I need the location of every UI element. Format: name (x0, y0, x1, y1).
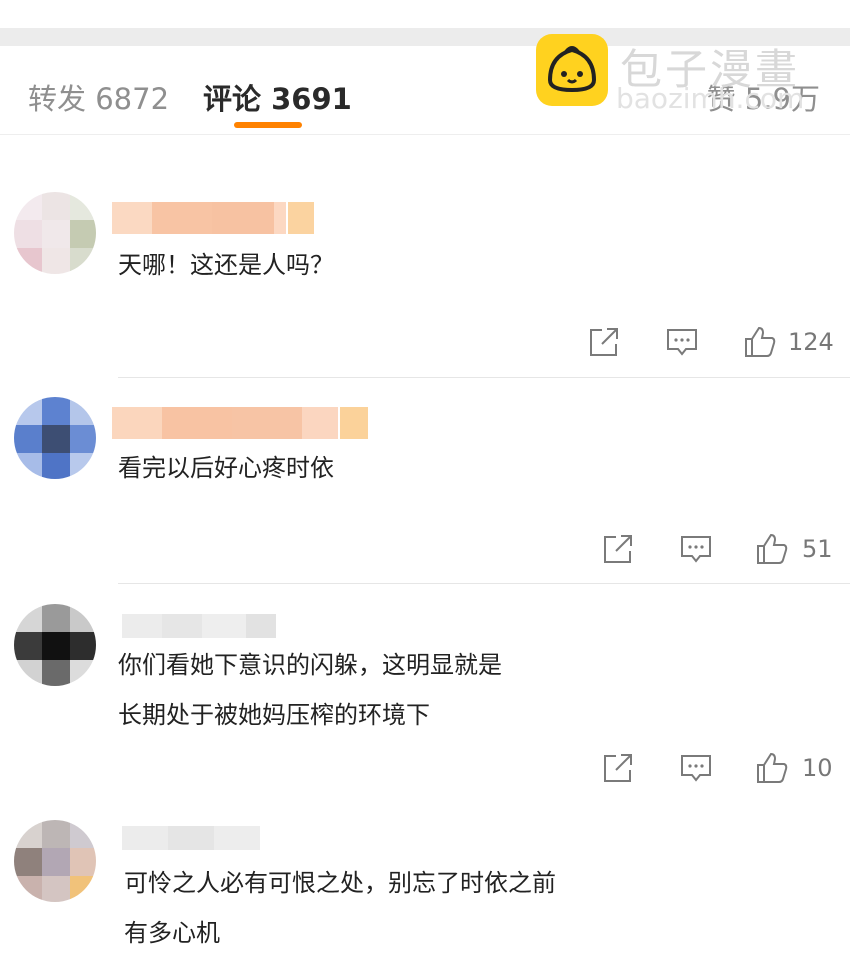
tab-repost[interactable]: 转发 6872 (28, 76, 169, 118)
baozi-logo-icon (536, 34, 608, 106)
comment-line: 你们看她下意识的闪躲，这明显就是 (118, 651, 502, 679)
active-tab-indicator (234, 122, 302, 128)
comment-text: 看完以后好心疼时依 (118, 443, 334, 493)
thumbs-up-icon[interactable] (754, 531, 794, 571)
thumbs-up-icon[interactable] (742, 324, 782, 364)
comment-text: 可怜之人必有可恨之处，别忘了时依之前 有多心机 (124, 858, 556, 958)
share-icon[interactable] (586, 324, 626, 364)
comment-actions: 51 (600, 531, 850, 571)
comment-line: 天哪！这还是人吗？ (118, 251, 334, 279)
thumbs-up-icon[interactable] (754, 750, 794, 790)
watermark-en: baozimh.com (616, 82, 805, 115)
comment-actions: 10 (600, 750, 850, 790)
comment-divider (118, 377, 850, 378)
comment-actions: 124 (586, 324, 850, 364)
avatar[interactable] (14, 397, 96, 479)
share-icon[interactable] (600, 750, 640, 790)
like-count: 51 (802, 535, 833, 563)
comment-icon[interactable] (664, 324, 704, 364)
like-count: 10 (802, 754, 833, 782)
comment-text: 天哪！这还是人吗？ (118, 240, 334, 290)
avatar[interactable] (14, 820, 96, 902)
comment-icon[interactable] (678, 750, 718, 790)
share-icon[interactable] (600, 531, 640, 571)
comment-divider (118, 583, 850, 584)
comment-line: 长期处于被她妈压榨的环境下 (118, 701, 430, 729)
comment-line: 有多心机 (124, 919, 220, 947)
avatar[interactable] (14, 604, 96, 686)
avatar[interactable] (14, 192, 96, 274)
comment-line: 看完以后好心疼时依 (118, 454, 334, 482)
comment-line: 可怜之人必有可恨之处，别忘了时依之前 (124, 869, 556, 897)
like-count: 124 (788, 328, 834, 356)
tab-comments[interactable]: 评论 3691 (203, 76, 352, 118)
watermark: 包子漫畫 baozimh.com (536, 34, 826, 115)
comment-text: 你们看她下意识的闪躲，这明显就是 长期处于被她妈压榨的环境下 (118, 640, 502, 740)
comment-icon[interactable] (678, 531, 718, 571)
